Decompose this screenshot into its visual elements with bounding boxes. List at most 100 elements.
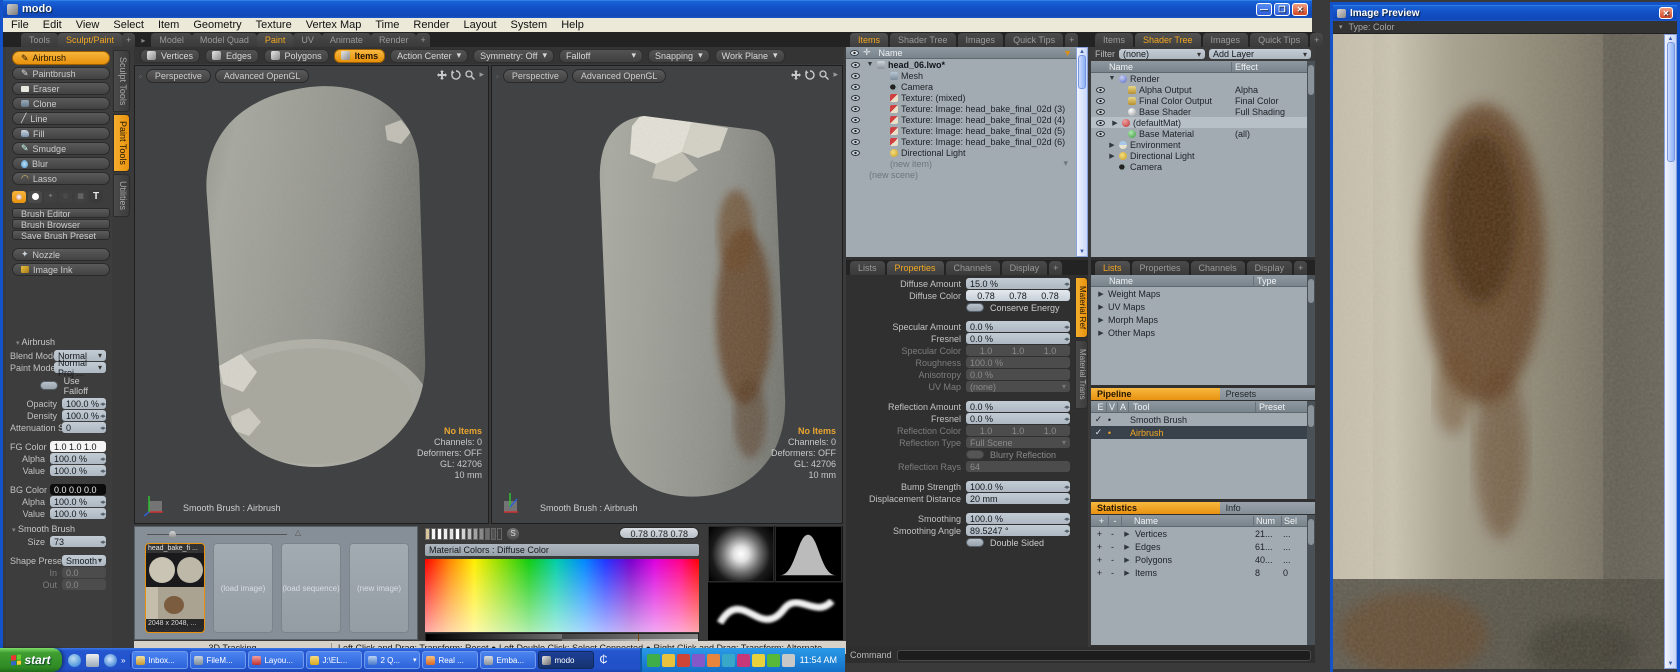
eye-icon[interactable] (851, 106, 860, 112)
specular-fresnel-field[interactable]: 0.0 %◂▸ (966, 333, 1070, 344)
conserve-energy-toggle[interactable] (966, 303, 984, 312)
close-button[interactable]: ✕ (1292, 3, 1308, 16)
diffuse-color-field[interactable]: 0.780.780.78 (966, 290, 1070, 301)
tab-uv[interactable]: UV (293, 33, 322, 47)
tab-paint-tools[interactable]: Paint Tools (113, 114, 130, 172)
diffuse-amount-field[interactable]: 15.0 %◂▸ (966, 278, 1070, 289)
menu-geometry[interactable]: Geometry (193, 19, 241, 31)
task-layout[interactable]: Layou... (248, 651, 304, 669)
fg-color-field[interactable]: 1.0 1.0 1.0 (50, 441, 106, 452)
item-label[interactable]: Texture: Image: head_bake_final_02d (6) (901, 137, 1065, 147)
expander-icon[interactable]: ▶ (1123, 556, 1131, 564)
list-item[interactable]: Weight Maps (1108, 289, 1160, 299)
expander-icon[interactable]: ▶ (1123, 530, 1131, 538)
expander-icon[interactable]: ▼ (1108, 75, 1116, 82)
command-input[interactable] (897, 650, 1311, 661)
eye-icon[interactable] (851, 150, 860, 156)
tab-shader-tree[interactable]: Shader Tree (1135, 33, 1201, 47)
add-layer-dropdown[interactable]: Add Layer (1209, 49, 1311, 59)
start-button[interactable]: start (0, 648, 62, 672)
quick-launch-ie-icon[interactable] (68, 654, 81, 667)
tab-pipeline[interactable]: Pipeline (1091, 388, 1220, 400)
fg-alpha-field[interactable]: 100.0 %◂▸ (50, 453, 106, 464)
new-image-tile[interactable]: (new image) (349, 543, 409, 633)
pipeline-row-selected[interactable]: ✓ • Airbrush (1091, 426, 1307, 439)
select-minus-button[interactable]: - (1106, 542, 1119, 552)
brush-browser-button[interactable]: Brush Browser (12, 219, 110, 229)
shader-row-label[interactable]: Base Material (1139, 129, 1194, 139)
color-swatch[interactable] (461, 528, 466, 540)
tool-airbrush[interactable]: ✎Airbrush (12, 51, 110, 65)
tab-render[interactable]: Render (371, 33, 417, 47)
double-sided-toggle[interactable] (966, 538, 984, 547)
quick-launch-overflow-icon[interactable]: » (121, 656, 125, 665)
language-indicator-icon[interactable]: ₵ (599, 654, 607, 666)
section-expander-icon[interactable]: ▾ (12, 527, 16, 534)
task-inbox[interactable]: Inbox... (132, 651, 188, 669)
color-swatch[interactable] (497, 528, 502, 540)
thumbnail-size-slider[interactable]: △ (147, 531, 295, 539)
tab-properties[interactable]: Properties (1132, 261, 1189, 275)
image-preview-close-button[interactable]: ✕ (1659, 7, 1673, 19)
tool-fill[interactable]: Fill (12, 127, 110, 140)
pan-icon[interactable] (791, 70, 801, 80)
tool-eraser[interactable]: Eraser (12, 82, 110, 95)
tab-quick-tips[interactable]: Quick Tips (1005, 33, 1063, 47)
menu-select[interactable]: Select (113, 19, 144, 31)
bump-strength-field[interactable]: 100.0 %◂▸ (966, 481, 1070, 492)
select-plus-button[interactable]: + (1093, 529, 1106, 539)
viewport-style-dropdown[interactable]: Perspective (503, 69, 568, 83)
pattern-tip-button[interactable]: ▦ (74, 191, 87, 203)
select-plus-button[interactable]: + (1093, 568, 1106, 578)
color-swatch[interactable] (491, 528, 496, 540)
items-scrollbar[interactable]: ▲▼ (1076, 47, 1088, 257)
menu-help[interactable]: Help (561, 19, 584, 31)
bg-color-field[interactable]: 0.0 0.0 0.0 (50, 484, 106, 495)
items-button[interactable]: Items (334, 49, 386, 63)
tab-add[interactable]: + (1065, 33, 1078, 47)
text-tip-button[interactable]: T (89, 190, 103, 203)
viewport-rotate-handle-icon[interactable]: ◦ (139, 72, 142, 81)
tab-add[interactable]: + (1294, 261, 1307, 275)
reflection-fresnel-field[interactable]: 0.0 %◂▸ (966, 413, 1070, 424)
tab-quick-tips[interactable]: Quick Tips (1250, 33, 1308, 47)
image-preview-scrollbar[interactable]: ▲ ▼ (1664, 34, 1677, 669)
tool-smudge[interactable]: ✎Smudge (12, 142, 110, 155)
tab-items[interactable]: Items (850, 33, 888, 47)
item-label[interactable]: Camera (901, 82, 933, 92)
pipeline-scrollbar[interactable] (1307, 401, 1315, 499)
slider-handle[interactable] (169, 531, 176, 538)
list-item[interactable]: Other Maps (1108, 328, 1155, 338)
procedural-tip-button[interactable]: ✦ (44, 191, 57, 203)
eye-icon[interactable] (851, 139, 860, 145)
shader-row-label[interactable]: Camera (1130, 162, 1162, 172)
color-swatch[interactable] (431, 528, 436, 540)
shader-scrollbar[interactable] (1307, 61, 1315, 257)
color-swatch[interactable] (485, 528, 490, 540)
tab-animate[interactable]: Animate (322, 33, 371, 47)
viewport-rotate-handle-icon[interactable]: ◦ (496, 72, 499, 81)
brush-size-field[interactable]: 73◂▸ (50, 536, 106, 547)
bg-alpha-field[interactable]: 100.0 %◂▸ (50, 496, 106, 507)
select-plus-button[interactable]: + (1093, 555, 1106, 565)
shader-row-label[interactable]: Base Shader (1139, 107, 1191, 117)
item-label[interactable]: Texture: Image: head_bake_final_02d (3) (901, 104, 1065, 114)
shader-row-label[interactable]: Render (1130, 74, 1160, 84)
load-image-tile[interactable]: (load image) (213, 543, 273, 633)
hue-saturation-field[interactable] (425, 559, 699, 632)
expander-icon[interactable]: ▶ (1097, 290, 1105, 298)
enabled-check-icon[interactable]: ✓ (1093, 427, 1104, 438)
menu-view[interactable]: View (76, 19, 100, 31)
item-label[interactable]: Texture: Image: head_bake_final_02d (4) (901, 115, 1065, 125)
eye-icon[interactable] (851, 95, 860, 101)
menu-vertex-map[interactable]: Vertex Map (306, 19, 362, 31)
tab-info[interactable]: Info (1220, 502, 1315, 514)
displacement-distance-field[interactable]: 20 mm◂▸ (966, 493, 1070, 504)
tray-icon[interactable] (782, 654, 795, 667)
item-label[interactable]: Mesh (901, 71, 923, 81)
tray-icon[interactable] (737, 654, 750, 667)
tray-icon[interactable] (707, 654, 720, 667)
swatch-settings-button[interactable]: S (507, 528, 519, 540)
item-label[interactable]: Texture: (mixed) (901, 93, 966, 103)
tray-icon[interactable] (767, 654, 780, 667)
